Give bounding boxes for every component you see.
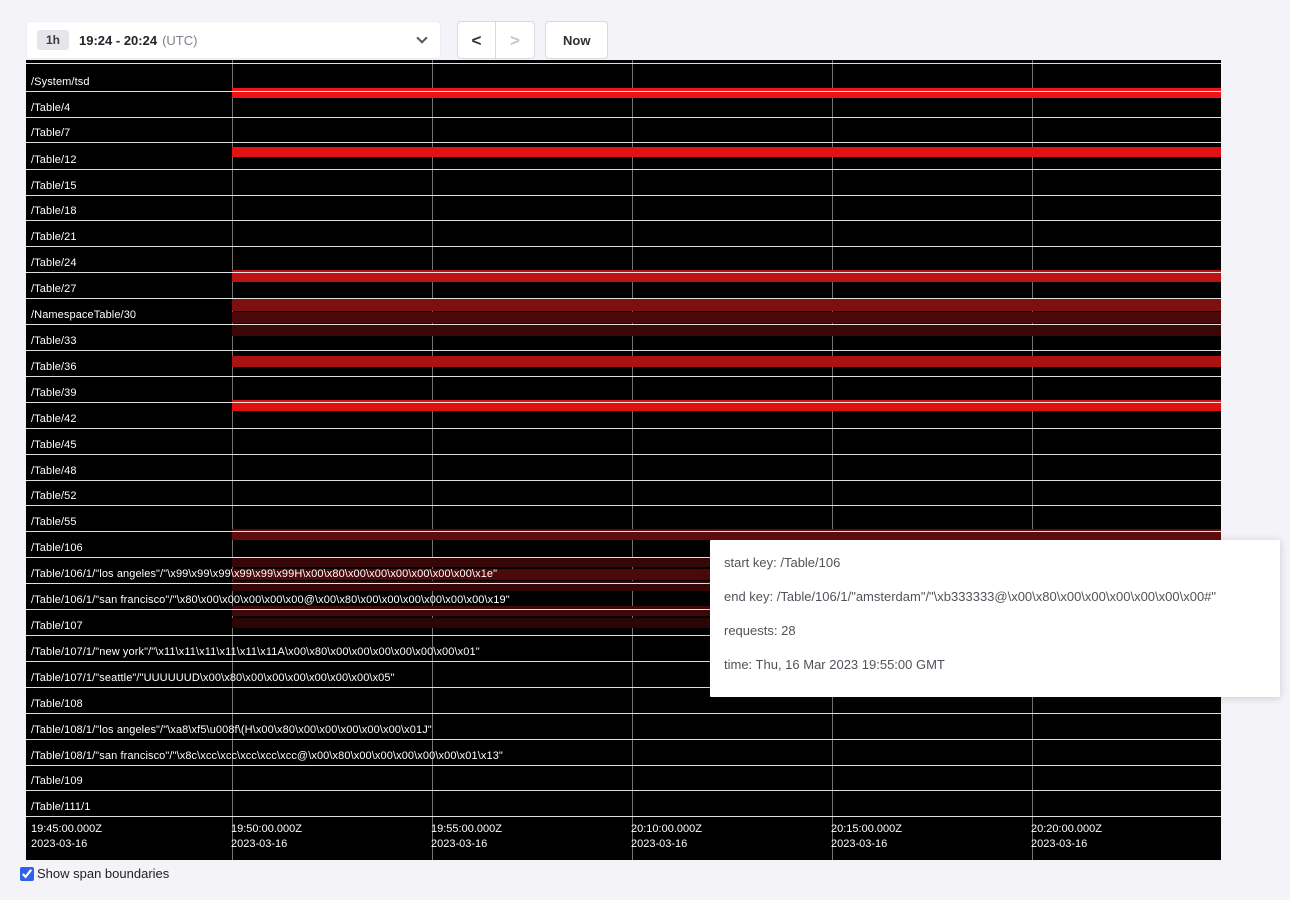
span-label: /Table/45	[31, 439, 77, 452]
prev-time-button[interactable]: <	[457, 21, 496, 59]
span-boundary-line	[26, 272, 1221, 273]
tooltip-end-key: end key: /Table/106/1/"amsterdam"/"\xb33…	[724, 589, 1266, 605]
time-axis-label: 19:50:00.000Z2023-03-16	[231, 822, 302, 852]
span-label: /Table/48	[31, 465, 77, 478]
heatmap-band[interactable]	[232, 356, 1221, 367]
span-boundary-line	[26, 505, 1221, 506]
span-label: /Table/4	[31, 102, 70, 115]
span-label: /NamespaceTable/30	[31, 309, 136, 322]
span-label: /Table/106/1/"san francisco"/"\x80\x00\x…	[31, 594, 510, 607]
span-boundary-line	[26, 220, 1221, 221]
time-gridline	[832, 60, 833, 860]
span-label: /Table/18	[31, 205, 77, 218]
span-boundary-line	[26, 790, 1221, 791]
span-label: /Table/21	[31, 231, 77, 244]
next-time-button[interactable]: >	[496, 21, 535, 59]
span-label: /Table/15	[31, 180, 77, 193]
toolbar: 1h 19:24 - 20:24 (UTC) < > Now	[26, 21, 608, 59]
span-label: /Table/107/1/"new york"/"\x11\x11\x11\x1…	[31, 646, 480, 659]
time-axis-label: 20:15:00.000Z2023-03-16	[831, 822, 902, 852]
time-axis-label: 19:55:00.000Z2023-03-16	[431, 822, 502, 852]
span-boundary-line	[26, 142, 1221, 143]
span-label: /Table/108	[31, 698, 83, 711]
span-label: /Table/52	[31, 490, 77, 503]
span-label: /Table/108/1/"los angeles"/"\xa8\xf5\u00…	[31, 724, 432, 737]
span-boundary-line	[26, 117, 1221, 118]
span-label: /Table/12	[31, 154, 77, 167]
span-label: /Table/106	[31, 542, 83, 555]
heatmap-band[interactable]	[232, 312, 1221, 323]
span-boundary-line	[26, 246, 1221, 247]
span-boundary-line	[26, 480, 1221, 481]
span-label: /Table/39	[31, 387, 77, 400]
time-range-label: 19:24 - 20:24	[79, 33, 157, 48]
heatmap-band[interactable]	[232, 147, 1221, 157]
span-label: /System/tsd	[31, 76, 90, 89]
span-label: /Table/27	[31, 283, 77, 296]
heatmap-band[interactable]	[232, 88, 1221, 98]
time-nav-group: < >	[457, 21, 535, 59]
time-axis-label: 19:45:00.000Z2023-03-16	[31, 822, 102, 852]
time-axis-label: 20:20:00.000Z2023-03-16	[1031, 822, 1102, 852]
time-gridline	[632, 60, 633, 860]
span-label: /Table/108/1/"san francisco"/"\x8c\xcc\x…	[31, 750, 503, 763]
span-boundary-line	[26, 428, 1221, 429]
span-label: /Table/42	[31, 413, 77, 426]
span-tooltip: start key: /Table/106 end key: /Table/10…	[710, 540, 1280, 697]
span-boundary-line	[26, 324, 1221, 325]
span-label: /Table/24	[31, 257, 77, 270]
show-span-boundaries-label: Show span boundaries	[37, 866, 169, 881]
span-boundary-line	[26, 350, 1221, 351]
span-boundary-line	[26, 454, 1221, 455]
span-label: /Table/36	[31, 361, 77, 374]
span-label: /Table/107/1/"seattle"/"UUUUUUD\x00\x80\…	[31, 672, 395, 685]
tooltip-start-key: start key: /Table/106	[724, 555, 1266, 571]
span-boundary-line	[26, 713, 1221, 714]
span-label: /Table/107	[31, 620, 83, 633]
heatmap-band[interactable]	[232, 325, 1221, 336]
span-label: /Table/55	[31, 516, 77, 529]
span-boundary-line	[26, 816, 1221, 817]
time-gridline	[432, 60, 433, 860]
time-axis-label: 20:10:00.000Z2023-03-16	[631, 822, 702, 852]
time-range-dropdown[interactable]: 1h 19:24 - 20:24 (UTC)	[26, 21, 441, 59]
span-boundary-line	[26, 531, 1221, 532]
span-label: /Table/111/1	[31, 801, 91, 814]
span-boundary-line	[26, 91, 1221, 92]
tooltip-requests: requests: 28	[724, 623, 1266, 639]
span-label: /Table/109	[31, 775, 83, 788]
span-label: /Table/33	[31, 335, 77, 348]
tooltip-time: time: Thu, 16 Mar 2023 19:55:00 GMT	[724, 657, 1266, 673]
span-boundary-line	[26, 298, 1221, 299]
span-boundary-line	[26, 765, 1221, 766]
now-button[interactable]: Now	[545, 21, 608, 59]
span-boundary-line	[26, 169, 1221, 170]
span-boundary-line	[26, 63, 1221, 64]
time-preset-badge: 1h	[37, 30, 69, 50]
span-boundary-line	[26, 739, 1221, 740]
time-gridline	[1032, 60, 1033, 860]
span-boundary-line	[26, 402, 1221, 403]
heatmap-band[interactable]	[232, 299, 1221, 311]
span-label: /Table/106/1/"los angeles"/"\x99\x99\x99…	[31, 568, 497, 581]
show-span-boundaries-checkbox[interactable]	[20, 867, 34, 881]
show-span-boundaries: Show span boundaries	[20, 866, 169, 881]
span-label: /Table/7	[31, 127, 70, 140]
span-boundary-line	[26, 376, 1221, 377]
key-visualizer-canvas[interactable]: /System/tsd/Table/4/Table/7/Table/12/Tab…	[26, 60, 1221, 860]
chevron-down-icon	[416, 32, 427, 43]
time-gridline	[232, 60, 233, 860]
span-boundary-line	[26, 195, 1221, 196]
timezone-label: (UTC)	[162, 33, 197, 48]
